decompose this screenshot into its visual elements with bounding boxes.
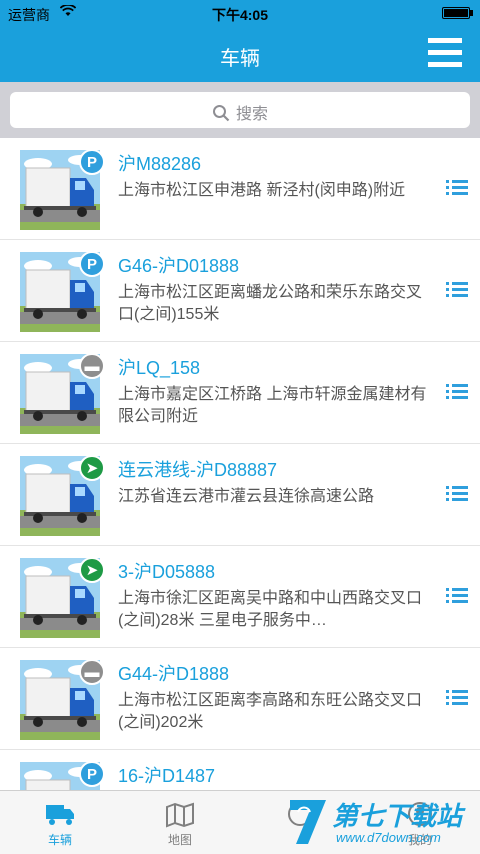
status-badge: ➤	[79, 557, 105, 583]
vehicle-plate: 16-沪D1487	[118, 766, 216, 786]
status-badge: ➤	[79, 455, 105, 481]
vehicle-address: 上海市松江区申港路 新泾村(闵申路)附近	[118, 182, 406, 199]
search-input[interactable]: 搜索	[10, 92, 470, 128]
menu-icon[interactable]	[428, 38, 462, 68]
vehicle-row[interactable]: ➤ 3-沪D05888 上海市徐汇区距离吴中路和中山西路交叉口(之间)28米 三…	[0, 546, 480, 648]
vehicle-row[interactable]: P 沪M88286 上海市松江区申港路 新泾村(闵申路)附近	[0, 138, 480, 240]
vehicle-row[interactable]: ➤ 连云港线-沪D88887 江苏省连云港市灌云县连徐高速公路	[0, 444, 480, 546]
page-title: 车辆	[220, 48, 260, 70]
watermark: 第七下载站 www.d7down.com	[280, 790, 480, 854]
detail-list-icon[interactable]	[446, 486, 468, 502]
vehicle-plate: 3-沪D05888	[118, 562, 216, 582]
watermark-url: www.d7down.com	[336, 830, 441, 845]
vehicle-thumbnail: P	[20, 149, 105, 230]
detail-list-icon[interactable]	[446, 180, 468, 196]
search-bar: 搜索	[0, 82, 480, 138]
vehicle-row[interactable]: P 16-沪D1487 上海市…附近	[0, 750, 480, 790]
vehicle-plate: G46-沪D01888	[118, 256, 240, 276]
vehicle-list[interactable]: P 沪M88286 上海市松江区申港路 新泾村(闵申路)附近 P G46-沪D0…	[0, 138, 480, 790]
map-icon	[166, 802, 194, 828]
detail-list-icon[interactable]	[446, 384, 468, 400]
status-badge: ▬	[79, 353, 105, 379]
watermark-logo-icon	[290, 800, 326, 844]
vehicle-thumbnail: ➤	[20, 557, 105, 638]
search-icon	[212, 105, 230, 122]
tab-vehicles-label: 车辆	[47, 833, 72, 847]
status-bar: 运营商 下午4:05	[0, 0, 480, 26]
vehicle-thumbnail: P	[20, 251, 105, 332]
status-badge: P	[79, 251, 105, 277]
tab-map-label: 地图	[167, 833, 192, 847]
battery-icon	[442, 7, 470, 19]
watermark-text: 第七下载站	[332, 801, 463, 831]
nav-bar: 车辆	[0, 26, 480, 82]
battery-tip	[470, 10, 473, 16]
vehicle-row[interactable]: P G46-沪D01888 上海市松江区距离蟠龙公路和荣乐东路交叉口(之间)15…	[0, 240, 480, 342]
vehicle-address: 上海市嘉定区江桥路 上海市轩源金属建材有限公司附近	[118, 386, 427, 425]
vehicle-thumbnail: P	[20, 761, 105, 790]
status-badge: ▬	[79, 659, 105, 685]
vehicle-plate: 沪M88286	[118, 154, 202, 174]
vehicle-plate: 连云港线-沪D88887	[118, 460, 278, 480]
detail-list-icon[interactable]	[446, 690, 468, 706]
vehicle-plate: 沪LQ_158	[118, 358, 201, 378]
vehicle-address: 上海市徐汇区距离吴中路和中山西路交叉口(之间)28米 三星电子服务中…	[118, 590, 423, 629]
vehicle-row[interactable]: ▬ G44-沪D1888 上海市松江区距离李高路和东旺公路交叉口(之间)202米	[0, 648, 480, 750]
detail-list-icon[interactable]	[446, 282, 468, 298]
vehicle-thumbnail: ▬	[20, 353, 105, 434]
clock: 下午4:05	[211, 7, 269, 23]
tab-vehicles[interactable]: 车辆	[0, 791, 120, 854]
vehicle-address: 江苏省连云港市灌云县连徐高速公路	[118, 488, 375, 505]
status-badge: P	[79, 761, 105, 787]
detail-list-icon[interactable]	[446, 588, 468, 604]
truck-icon	[46, 805, 74, 825]
vehicle-address: 上海市松江区距离蟠龙公路和荣乐东路交叉口(之间)155米	[118, 284, 423, 323]
vehicle-thumbnail: ➤	[20, 455, 105, 536]
vehicle-row[interactable]: ▬ 沪LQ_158 上海市嘉定区江桥路 上海市轩源金属建材有限公司附近	[0, 342, 480, 444]
vehicle-thumbnail: ▬	[20, 659, 105, 740]
vehicle-address: 上海市松江区距离李高路和东旺公路交叉口(之间)202米	[118, 692, 423, 731]
status-badge: P	[79, 149, 105, 175]
vehicle-plate: G44-沪D1888	[118, 664, 230, 684]
search-placeholder: 搜索	[235, 106, 268, 123]
tab-map[interactable]: 地图	[120, 791, 240, 854]
